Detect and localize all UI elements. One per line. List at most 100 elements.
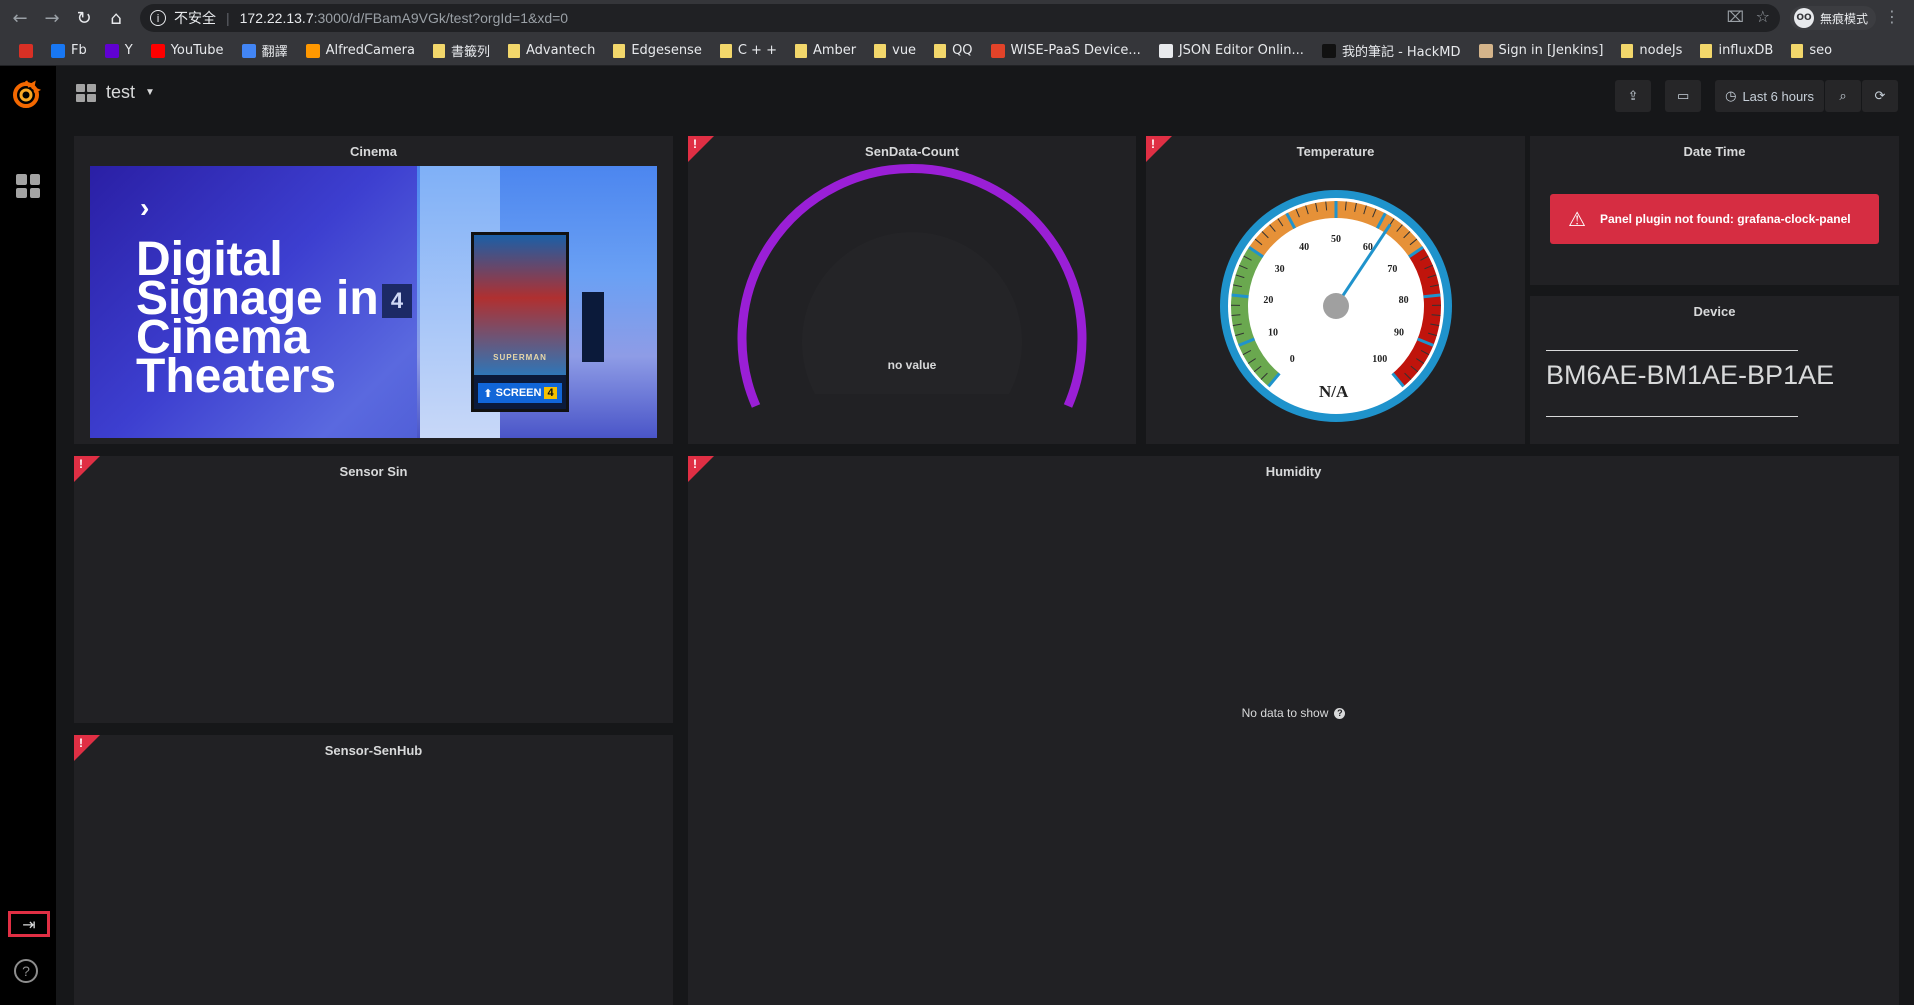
- bookmark-hackmd[interactable]: 我的筆記 - HackMD: [1313, 41, 1470, 60]
- panel-title[interactable]: Cinema: [74, 144, 673, 159]
- folder-icon: [794, 43, 807, 58]
- bookmark-fb[interactable]: Fb: [42, 43, 96, 58]
- bookmark-influxdb[interactable]: influxDB: [1691, 43, 1782, 58]
- cycle-view-mode-button[interactable]: ▭: [1665, 80, 1702, 112]
- panel-cinema: Cinema 4 SUPERMAN ⬆ SCREEN 4 › Digital S…: [74, 136, 673, 444]
- bookmark-json-editor-onlin[interactable]: JSON Editor Onlin...: [1150, 43, 1313, 58]
- bookmark-alfredcamera[interactable]: AlfredCamera: [297, 43, 424, 58]
- bookmark-item[interactable]: [10, 43, 42, 58]
- dashboard-area: test ▼ ⇪ ▭ ◷ Last 6 hours ⌕ ⟳ Cinema 4 SU…: [56, 66, 1914, 1005]
- incognito-label: 無痕模式: [1819, 11, 1868, 26]
- zoom-out-button[interactable]: ⌕: [1825, 80, 1861, 112]
- time-controls: ◷ Last 6 hours ⌕ ⟳: [1715, 80, 1898, 112]
- question-icon[interactable]: ?: [1334, 708, 1346, 720]
- gauge-arc: [737, 163, 1087, 408]
- dashboard-grid-icon: [76, 83, 96, 102]
- alfred-icon: [305, 43, 320, 58]
- bookmark-qq[interactable]: QQ: [925, 43, 981, 58]
- dashboard-picker[interactable]: test ▼: [76, 82, 155, 103]
- bookmark-vue[interactable]: vue: [865, 43, 925, 58]
- reload-icon[interactable]: ↻: [72, 6, 96, 30]
- hackmd-icon: [1321, 43, 1336, 58]
- panel-title[interactable]: Sensor Sin: [74, 464, 673, 479]
- gauge-tick-label: 90: [1394, 327, 1404, 338]
- folder-icon: [508, 43, 521, 58]
- gitlab-icon: [990, 43, 1005, 58]
- panel-title[interactable]: Date Time: [1530, 144, 1899, 159]
- poster-screen-label: ⬆ SCREEN 4: [478, 383, 562, 403]
- share-dashboard-button[interactable]: ⇪: [1615, 80, 1652, 112]
- panel-title[interactable]: Sensor-SenHub: [74, 743, 673, 758]
- headline-line: Theaters: [136, 350, 337, 403]
- gauge-tick: [1231, 293, 1249, 299]
- youtube-icon: [150, 43, 165, 58]
- bookmark-wise-paas-device[interactable]: WISE-PaaS Device...: [982, 43, 1150, 58]
- panel-title[interactable]: Device: [1530, 304, 1899, 319]
- divider-bottom: [1546, 416, 1798, 417]
- url-path: :3000/d/FBamA9VGk/test?orgId=1&xd=0: [313, 10, 569, 26]
- dashboard-navbar: test ▼ ⇪ ▭ ◷ Last 6 hours ⌕ ⟳: [56, 66, 1914, 124]
- bookmark-star-icon[interactable]: ☆: [1756, 7, 1770, 26]
- panel-device: Device BM6AE-BM1AE-BP1AE: [1530, 296, 1899, 444]
- bookmark-seo[interactable]: seo: [1782, 43, 1841, 58]
- panel-humidity: ! Humidity No data to show?: [688, 456, 1899, 1005]
- bookmark-label: influxDB: [1718, 43, 1774, 58]
- bookmark-edgesense[interactable]: Edgesense: [604, 43, 711, 58]
- poster-title: SUPERMAN: [493, 353, 547, 362]
- cinema-headline: Digital Signage in Cinema Theaters: [136, 236, 379, 403]
- gauge-value: no value: [887, 358, 937, 372]
- bookmark-amber[interactable]: Amber: [786, 43, 865, 58]
- browser-toolbar: ← → ↻ ⌂ i 不安全 | 172.22.13.7:3000/d/FBamA…: [0, 0, 1914, 36]
- time-picker-button[interactable]: ◷ Last 6 hours: [1715, 80, 1824, 112]
- clock-icon: ◷: [1725, 88, 1737, 103]
- address-bar[interactable]: i 不安全 | 172.22.13.7:3000/d/FBamA9VGk/tes…: [140, 4, 1780, 32]
- back-icon[interactable]: ←: [8, 6, 32, 30]
- forward-icon[interactable]: →: [40, 6, 64, 30]
- poster: SUPERMAN ⬆ SCREEN 4: [471, 232, 569, 412]
- dashboards-icon[interactable]: [16, 174, 40, 198]
- gauge-tick-label: 30: [1275, 264, 1285, 275]
- cinema-image: 4 SUPERMAN ⬆ SCREEN 4 › Digital Signage …: [90, 166, 657, 438]
- bookmark-label: seo: [1809, 43, 1833, 58]
- bookmark-label: Y: [124, 43, 133, 58]
- folder-icon: [1621, 43, 1634, 58]
- caret-down-icon: ▼: [145, 87, 155, 98]
- time-range-label: Last 6 hours: [1742, 88, 1814, 104]
- wall-number: 4: [382, 284, 412, 318]
- grafana-sidebar: ⇥ ?: [0, 66, 56, 1005]
- refresh-button[interactable]: ⟳: [1862, 80, 1898, 112]
- sign-in-icon[interactable]: ⇥: [8, 911, 50, 937]
- bookmark-label: 翻譯: [261, 45, 288, 60]
- bookmark-c[interactable]: C + +: [711, 43, 786, 58]
- incognito-profile[interactable]: OO 無痕模式: [1789, 6, 1876, 30]
- browser-menu-icon[interactable]: ⋮: [1884, 7, 1900, 26]
- device-value: BM6AE-BM1AE-BP1AE: [1546, 360, 1835, 390]
- bookmark-y[interactable]: Y: [96, 43, 142, 58]
- arrow-up-icon: ⬆: [483, 387, 493, 400]
- folder-icon: [433, 43, 445, 58]
- bookmark-label: C + +: [737, 43, 777, 58]
- home-icon[interactable]: ⌂: [104, 6, 128, 30]
- bookmark-label: Amber: [812, 43, 857, 58]
- bookmark-youtube[interactable]: YouTube: [142, 43, 233, 58]
- gauge-tick-label: 10: [1268, 327, 1278, 338]
- panel-sensor-sin: ! Sensor Sin: [74, 456, 673, 723]
- screen-text: SCREEN: [495, 387, 542, 399]
- help-icon[interactable]: ?: [14, 959, 38, 983]
- bookmark-label: 書籤列: [451, 45, 491, 60]
- grafana-logo-icon[interactable]: [10, 78, 42, 110]
- bookmark-sign-in-jenkins[interactable]: Sign in [Jenkins]: [1470, 43, 1613, 58]
- gauge-tick-label: 40: [1299, 242, 1309, 253]
- bookmark-item[interactable]: 書籤列: [424, 41, 499, 60]
- yahoo-icon: [104, 43, 119, 58]
- translate-page-icon[interactable]: ⌧: [1727, 8, 1744, 26]
- bookmark-label: Sign in [Jenkins]: [1498, 43, 1604, 58]
- bookmark-item[interactable]: 翻譯: [233, 41, 297, 60]
- json-icon: [1158, 43, 1173, 58]
- gauge-tick-label: 70: [1387, 264, 1397, 275]
- bookmark-advantech[interactable]: Advantech: [499, 43, 604, 58]
- bookmark-nodejs[interactable]: nodeJs: [1612, 43, 1691, 58]
- site-info-icon[interactable]: i: [150, 10, 166, 26]
- panel-title[interactable]: Humidity: [688, 464, 1899, 479]
- bookmarks-bar: Fb Y YouTube 翻譯 AlfredCamera 書籤列 Advantech Edge…: [0, 36, 1914, 66]
